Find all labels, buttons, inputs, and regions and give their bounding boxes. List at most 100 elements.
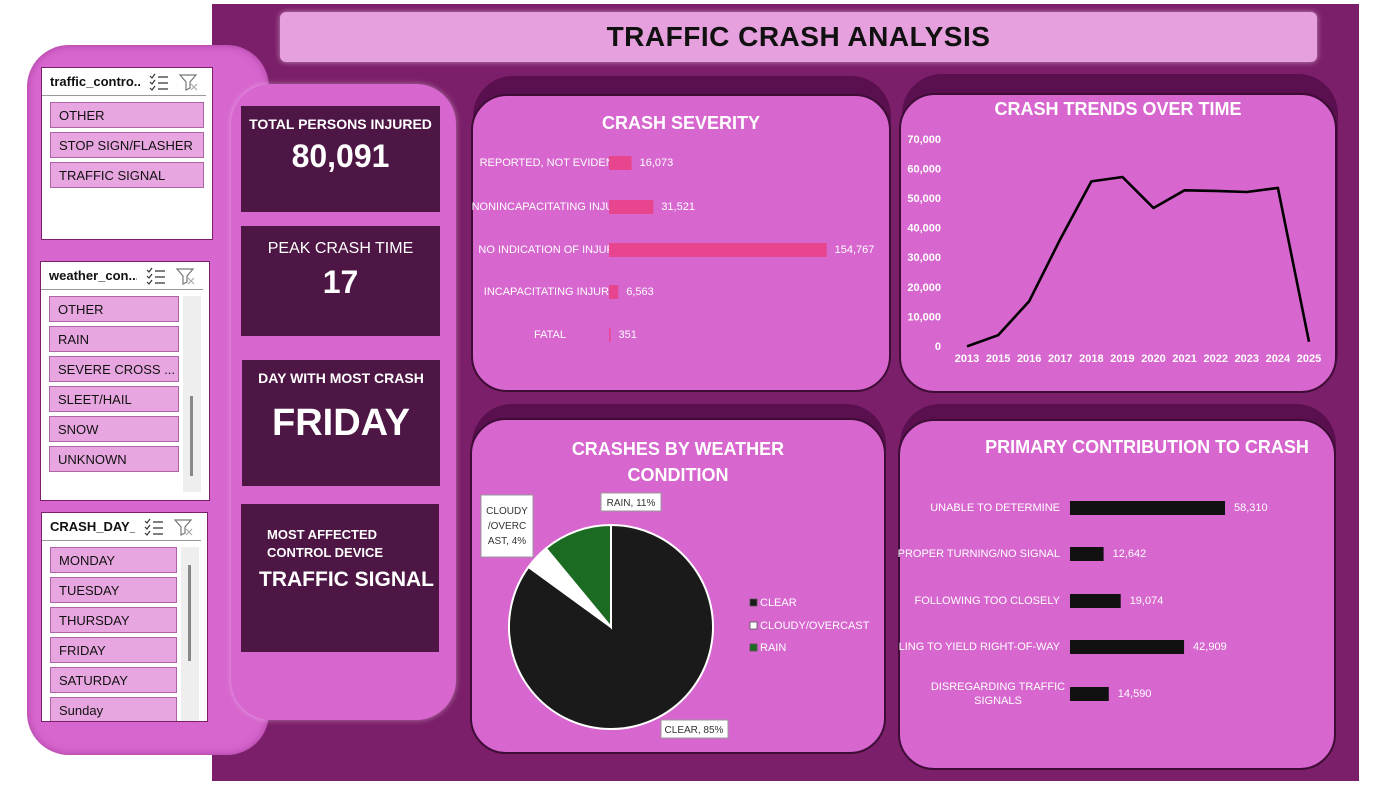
legend-swatch: [749, 621, 758, 630]
kpi-value: TRAFFIC SIGNAL: [259, 568, 434, 591]
slicer-title: traffic_contro...: [50, 74, 140, 89]
kpi-label: TOTAL PERSONS INJURED: [249, 116, 432, 132]
legend-label: CLOUDY/OVERCAST: [760, 620, 870, 632]
weather-pie-chart: CLEAR, 85% CLOUDY/OVERC AST, 4% RAIN, 11% CL…: [480, 492, 870, 739]
legend-label: RAIN: [760, 642, 786, 654]
kpi-peak-crash-time: PEAK CRASH TIME 17: [241, 226, 440, 336]
severity-category-label: INCAPACITATING INJURY: [484, 286, 617, 298]
contribution-bar: [1070, 640, 1185, 654]
trend-x-tick-label: 2023: [1235, 353, 1259, 365]
severity-bar: [609, 328, 611, 342]
trend-x-tick-label: 2024: [1266, 353, 1291, 365]
crash-trends-title: CRASH TRENDS OVER TIME: [994, 99, 1242, 119]
scroll-thumb[interactable]: [190, 396, 193, 476]
clear-filter-icon[interactable]: [178, 73, 200, 91]
slicer-item-other[interactable]: OTHER: [50, 102, 204, 128]
trend-y-tick-label: 50,000: [907, 193, 941, 205]
weather-slicer: weather_con... OTHER RAIN SEVERE CROSS .…: [40, 261, 210, 501]
contribution-category-label: DISREGARDING TRAFFIC: [931, 681, 1065, 693]
slicer-scrollbar[interactable]: [183, 296, 201, 492]
contribution-value-label: 14,590: [1118, 688, 1152, 700]
contribution-value-label: 12,642: [1113, 548, 1147, 560]
contribution-chart: UNABLE TO DETERMINE 58,310 IMPROPER TURNIN…: [898, 501, 1268, 707]
slicer-item-thursday[interactable]: THURSDAY: [50, 607, 177, 633]
contribution-category-label: IMPROPER TURNING/NO SIGNAL: [898, 548, 1060, 560]
severity-bar: [609, 156, 632, 170]
slicer-item-stop-sign[interactable]: STOP SIGN/FLASHER: [50, 132, 204, 158]
crash-trends-chart: 70,000 60,000 50,000 40,000 30,000 20,000 10,0…: [907, 134, 1321, 365]
slicer-item-snow[interactable]: SNOW: [49, 416, 179, 442]
kpi-label: MOST AFFECTED CONTROL DEVICE: [267, 527, 384, 560]
contribution-category-label: FAILING TO YIELD RIGHT-OF-WAY: [898, 641, 1061, 653]
contribution-bar: [1070, 501, 1225, 515]
kpi-label: DAY WITH MOST CRASH: [258, 370, 424, 386]
trend-x-tick-label: 2016: [1017, 353, 1041, 365]
contribution-bar: [1070, 687, 1109, 701]
contribution-value-label: 58,310: [1234, 502, 1268, 514]
severity-value-label: 31,521: [661, 201, 695, 213]
crash-severity-title: CRASH SEVERITY: [601, 113, 761, 133]
kpi-value: FRIDAY: [272, 402, 410, 444]
multi-select-icon[interactable]: [145, 267, 167, 285]
contribution-bar: [1070, 594, 1121, 608]
slicer-item-saturday[interactable]: SATURDAY: [50, 667, 177, 693]
slicer-item-other[interactable]: OTHER: [49, 296, 179, 322]
slicer-header: weather_con...: [41, 262, 203, 290]
slicer-item-sleet-hail[interactable]: SLEET/HAIL: [49, 386, 179, 412]
multi-select-icon[interactable]: [148, 73, 170, 91]
severity-value-label: 16,073: [640, 157, 674, 169]
trend-x-tick-label: 2025: [1297, 353, 1321, 365]
trend-y-tick-label: 60,000: [907, 163, 941, 175]
kpi-total-injured: TOTAL PERSONS INJURED 80,091: [241, 106, 440, 212]
slicer-scrollbar[interactable]: [181, 547, 199, 721]
slicer-title: CRASH_DAY_...: [50, 519, 135, 534]
clear-filter-icon[interactable]: [175, 267, 197, 285]
slicer-item-sunday[interactable]: Sunday: [50, 697, 177, 721]
kpi-control-device: MOST AFFECTED CONTROL DEVICE TRAFFIC SIG…: [241, 504, 439, 652]
slicer-item-tuesday[interactable]: TUESDAY: [50, 577, 177, 603]
severity-bar: [609, 285, 619, 299]
slicer-item-unknown[interactable]: UNKNOWN: [49, 446, 179, 472]
severity-category-label: REPORTED, NOT EVIDENT: [480, 157, 621, 169]
contribution-category-label: SIGNALS: [974, 695, 1022, 707]
trend-x-tick-label: 2017: [1048, 353, 1072, 365]
scroll-thumb[interactable]: [188, 565, 191, 661]
pie-label-text: CLOUDY: [486, 506, 528, 517]
slicer-item-rain[interactable]: RAIN: [49, 326, 179, 352]
slicer-title: weather_con...: [49, 268, 137, 283]
trend-y-tick-label: 30,000: [907, 252, 941, 264]
kpi-value: 80,091: [291, 138, 390, 174]
trend-y-tick-label: 10,000: [907, 311, 941, 323]
slicer-item-monday[interactable]: MONDAY: [50, 547, 177, 573]
pie-label-cloudy: CLOUDY/OVERC AST, 4%: [480, 494, 534, 558]
pie-label-clear: CLEAR, 85%: [660, 719, 729, 739]
slicer-item-traffic-signal[interactable]: TRAFFIC SIGNAL: [50, 162, 204, 188]
severity-value-label: 6,563: [626, 286, 654, 298]
contribution-bar: [1070, 547, 1104, 561]
severity-value-label: 154,767: [835, 244, 875, 256]
legend-label: CLEAR: [760, 597, 797, 609]
traffic-control-slicer: traffic_contro... OTHER STOP SIGN/FLASHE…: [41, 67, 213, 240]
trend-y-tick-label: 70,000: [907, 134, 941, 146]
trend-x-tick-label: 2019: [1110, 353, 1134, 365]
contribution-title: PRIMARY CONTRIBUTION TO CRASH: [985, 437, 1309, 457]
clear-filter-icon[interactable]: [173, 518, 195, 536]
dashboard-title: TRAFFIC CRASH ANALYSIS: [280, 12, 1317, 62]
slicer-item-severe-cross[interactable]: SEVERE CROSS ...: [49, 356, 179, 382]
severity-category-label: FATAL: [534, 329, 566, 341]
trend-line: [966, 175, 1311, 348]
trend-x-tick-label: 2021: [1172, 353, 1196, 365]
trend-y-tick-label: 40,000: [907, 223, 941, 235]
severity-value-label: 351: [619, 329, 637, 341]
multi-select-icon[interactable]: [143, 518, 165, 536]
kpi-day-most-crash: DAY WITH MOST CRASH FRIDAY: [242, 360, 440, 486]
slicer-item-friday[interactable]: FRIDAY: [50, 637, 177, 663]
contribution-value-label: 19,074: [1130, 595, 1164, 607]
legend-swatch: [749, 643, 758, 652]
kpi-label: PEAK CRASH TIME: [267, 240, 414, 257]
trend-x-tick-label: 2022: [1203, 353, 1227, 365]
pie-label-text: CLEAR, 85%: [665, 725, 724, 736]
pie-label-text: RAIN, 11%: [607, 498, 656, 509]
crash-severity-chart: REPORTED, NOT EVIDENT 16,073 NONINCAPACITA…: [472, 156, 875, 342]
legend-swatch: [749, 598, 758, 607]
